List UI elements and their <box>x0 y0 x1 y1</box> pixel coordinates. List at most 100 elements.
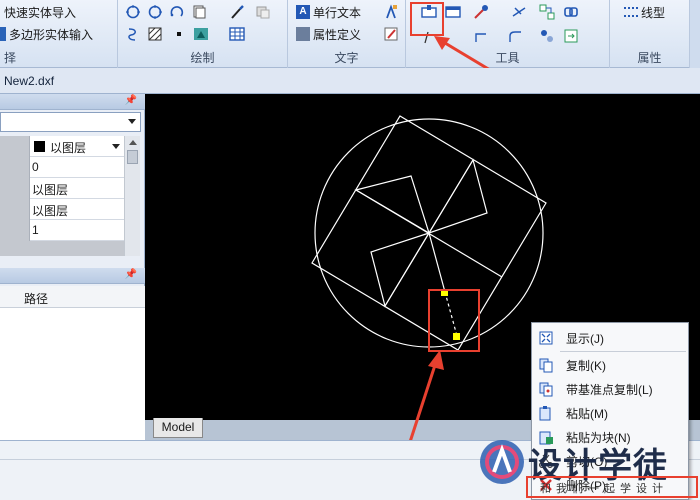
property-key <box>0 199 30 220</box>
ribbon-group-text-title: 文字 <box>334 51 359 65</box>
chevron-down-icon <box>128 119 136 124</box>
zoom-extents-icon <box>538 330 554 346</box>
property-row[interactable]: 0 <box>0 157 124 178</box>
menu-item-label: 粘贴(M) <box>566 406 608 421</box>
ribbon-group-draw: 绘制 <box>118 0 288 68</box>
document-tab-bar: New2.dxf <box>0 68 700 94</box>
attribute-icon <box>296 27 310 41</box>
scroll-up-icon[interactable] <box>129 140 137 145</box>
property-row[interactable]: 以图层 <box>0 178 124 199</box>
ribbon-overflow[interactable] <box>690 0 700 68</box>
point-icon[interactable] <box>170 25 188 43</box>
attribute-define-label: 属性定义 <box>313 27 362 42</box>
pin-icon[interactable]: 📌 <box>125 269 137 280</box>
copy-shape-icon[interactable] <box>190 3 208 21</box>
brush-icon[interactable] <box>228 3 246 21</box>
annotation-arrow-bottom <box>408 350 444 443</box>
table-icon[interactable] <box>228 25 246 43</box>
linetype-button[interactable]: 线型 <box>624 3 665 21</box>
polygon-entity-input-label: 多边形实体输入 <box>9 27 94 42</box>
triangle-upper-left <box>354 175 431 235</box>
chevron-down-icon[interactable] <box>112 144 120 149</box>
single-line-text-label: 单行文本 <box>313 5 362 20</box>
watermark-tagline: 和我们一起学设计 <box>540 483 668 495</box>
menu-item-paste[interactable]: 粘贴(M) <box>532 402 688 424</box>
selection-highlight <box>428 289 480 352</box>
ribbon-group-select: 快速实体导入 多边形实体输入 择 <box>0 0 118 68</box>
model-tab[interactable]: Model <box>153 418 203 438</box>
ribbon: 快速实体导入 多边形实体输入 择 绘制 A 单行文本 属性定义 文字 工具 线型… <box>0 0 700 68</box>
property-row[interactable]: 以图层 <box>0 136 124 157</box>
copy-icon <box>538 357 554 373</box>
property-key <box>0 178 30 199</box>
text-icon: A <box>296 5 310 19</box>
triangle-lower-left <box>370 231 431 308</box>
second-panel-body: 路径 <box>0 286 145 440</box>
ribbon-group-properties-title: 属性 <box>637 51 662 65</box>
paste-icon <box>538 405 554 421</box>
pin-icon[interactable]: 📌 <box>125 95 137 106</box>
settings-icon[interactable] <box>538 27 556 45</box>
window-icon[interactable] <box>444 3 462 21</box>
block-icon[interactable] <box>254 3 272 21</box>
ribbon-group-text: A 单行文本 属性定义 文字 <box>288 0 406 68</box>
copy-base-icon <box>538 381 554 397</box>
quick-entity-import-button[interactable]: 快速实体导入 <box>4 3 76 21</box>
group-icon[interactable] <box>538 3 556 21</box>
watermark: 设计学徒 和我们一起学设计 <box>476 434 700 500</box>
spline-icon[interactable] <box>124 25 142 43</box>
path-column-header[interactable]: 路径 <box>0 286 145 308</box>
edit-text-icon[interactable] <box>382 25 400 43</box>
color-swatch <box>34 141 45 152</box>
properties-scrollbar[interactable] <box>124 136 140 256</box>
trim-icon[interactable] <box>510 3 528 21</box>
second-panel-header: 📌 <box>0 268 145 284</box>
property-row[interactable]: 1 <box>0 220 124 241</box>
scroll-thumb[interactable] <box>127 150 138 164</box>
hatch-icon[interactable] <box>146 25 164 43</box>
path-column-label: 路径 <box>24 292 49 306</box>
menu-separator <box>560 351 686 352</box>
property-key <box>0 136 30 157</box>
menu-item-label: 显示(J) <box>566 331 604 346</box>
image-icon[interactable] <box>192 25 210 43</box>
ribbon-group-draw-title: 绘制 <box>190 51 215 65</box>
circle-3p-icon[interactable] <box>146 3 164 21</box>
property-row[interactable]: 以图层 <box>0 199 124 220</box>
attribute-define-button[interactable]: 属性定义 <box>296 25 361 43</box>
entity-type-dropdown[interactable] <box>0 112 141 132</box>
triangle-upper-right <box>427 158 488 235</box>
linetype-label: 线型 <box>641 5 666 20</box>
property-value: 0 <box>32 160 39 174</box>
menu-item-copy[interactable]: 复制(K) <box>532 354 688 376</box>
polygon-input-icon <box>0 27 6 41</box>
property-value: 1 <box>32 223 39 237</box>
property-key <box>0 220 30 241</box>
linetype-icon <box>624 7 638 17</box>
menu-item-copy-with-base[interactable]: 带基准点复制(L) <box>532 378 688 400</box>
quick-entity-import-label: 快速实体导入 <box>4 5 77 20</box>
polygon-entity-input-button[interactable]: 多边形实体输入 <box>0 25 93 43</box>
ribbon-group-properties: 线型 属性 <box>610 0 690 68</box>
watermark-logo <box>480 440 524 484</box>
property-table-filler <box>0 241 124 256</box>
document-tab[interactable]: New2.dxf <box>4 74 54 88</box>
left-panel: 📌 以图层 0 以图层 以图层 1 📌 路径 <box>0 94 145 440</box>
arc-icon[interactable] <box>168 3 186 21</box>
property-value: 以图层 <box>50 141 87 155</box>
property-key <box>0 157 30 178</box>
menu-item-label: 复制(K) <box>566 358 606 373</box>
circle-icon[interactable] <box>124 3 142 21</box>
menu-item-display[interactable]: 显示(J) <box>532 327 688 349</box>
text-style-icon[interactable] <box>382 3 400 21</box>
ribbon-group-select-title: 择 <box>4 51 17 65</box>
draw-tools <box>120 2 286 46</box>
properties-panel-header: 📌 <box>0 94 145 110</box>
properties-table: 以图层 0 以图层 以图层 1 <box>0 136 124 256</box>
menu-item-label: 带基准点复制(L) <box>566 382 653 397</box>
link-icon[interactable] <box>562 3 580 21</box>
explode-icon[interactable] <box>472 3 490 21</box>
export-icon[interactable] <box>562 27 580 45</box>
property-value: 以图层 <box>32 204 69 218</box>
single-line-text-button[interactable]: A 单行文本 <box>296 3 361 21</box>
